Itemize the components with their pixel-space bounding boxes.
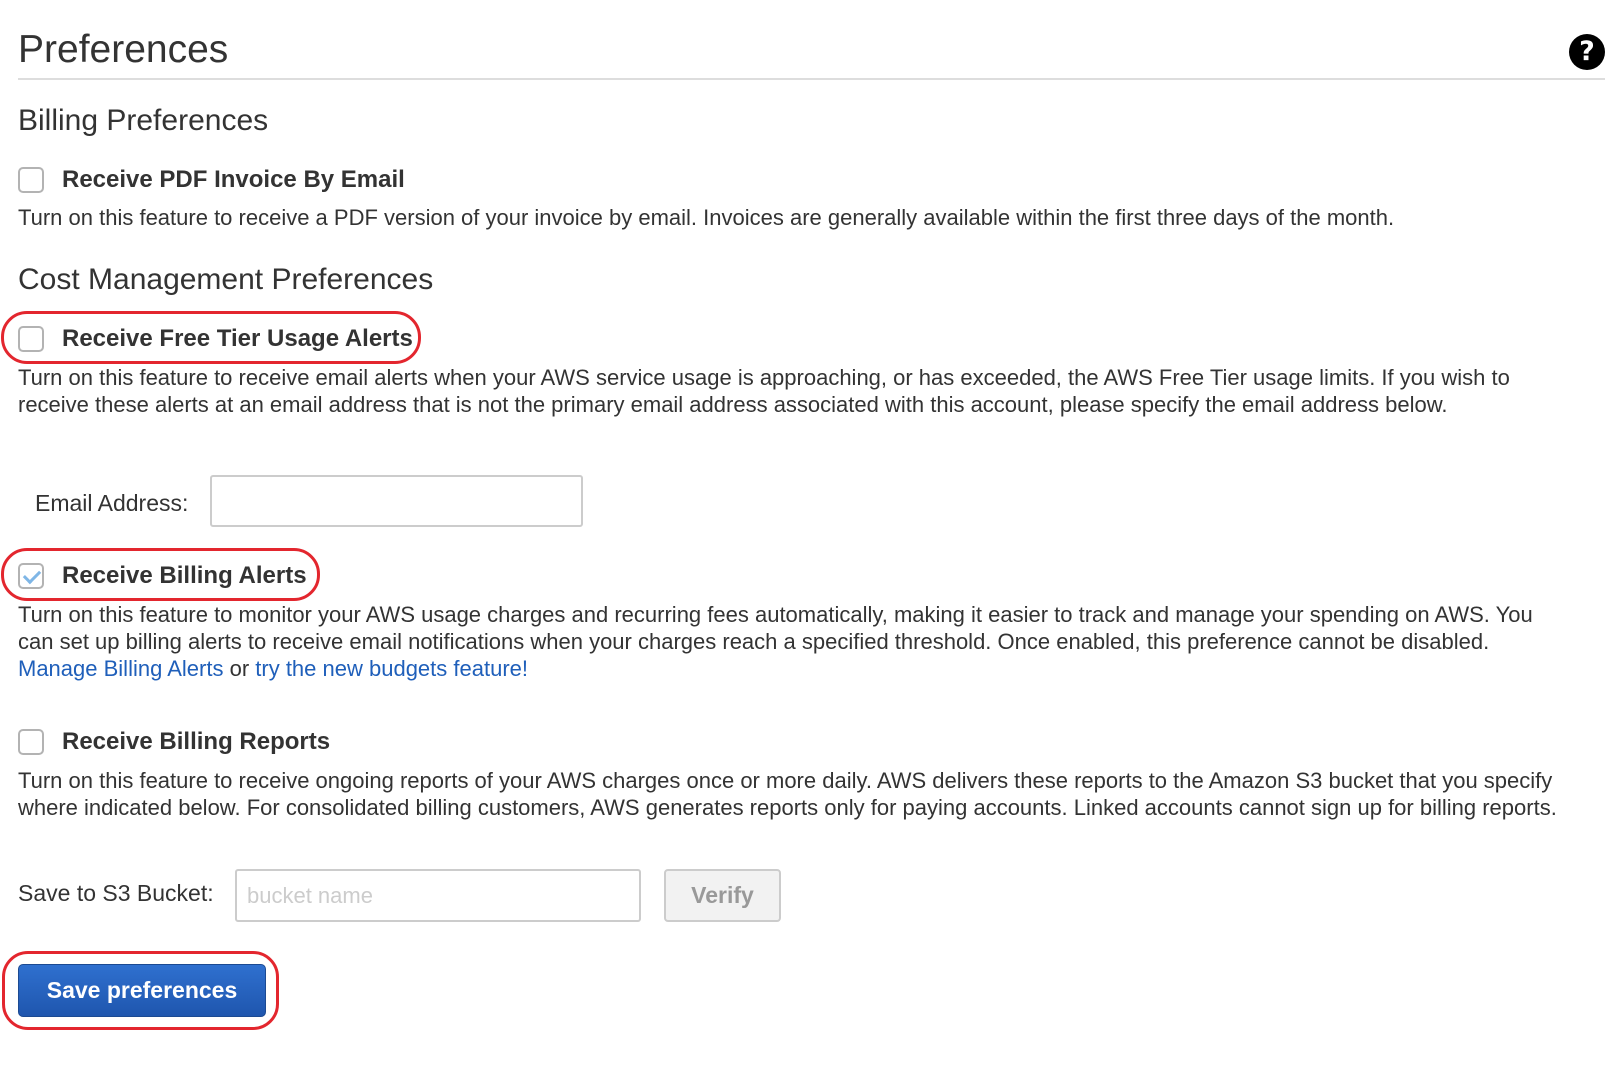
cost-management-heading: Cost Management Preferences — [18, 263, 434, 296]
save-preferences-button[interactable]: Save preferences — [18, 964, 266, 1017]
billing-reports-option[interactable]: Receive Billing Reports — [18, 728, 330, 756]
billing-reports-description: Turn on this feature to receive ongoing … — [18, 768, 1557, 820]
manage-billing-alerts-link[interactable]: Manage Billing Alerts — [18, 656, 223, 681]
free-tier-description: Turn on this feature to receive email al… — [18, 365, 1510, 417]
page-title: Preferences — [18, 28, 229, 71]
free-tier-checkbox[interactable] — [18, 326, 44, 352]
pdf-invoice-checkbox[interactable] — [18, 167, 44, 193]
billing-reports-checkbox[interactable] — [18, 729, 44, 755]
question-circle-icon[interactable]: ? — [1569, 34, 1605, 70]
budgets-feature-link[interactable]: try the new budgets feature! — [255, 656, 528, 681]
or-text: or — [229, 656, 250, 681]
billing-alerts-option[interactable]: Receive Billing Alerts — [18, 562, 307, 590]
billing-alerts-description-text: Turn on this feature to monitor your AWS… — [18, 602, 1533, 654]
page-header: Preferences ? — [18, 22, 1605, 80]
billing-preferences-heading: Billing Preferences — [18, 104, 269, 137]
free-tier-option[interactable]: Receive Free Tier Usage Alerts — [18, 325, 413, 353]
pdf-invoice-description: Turn on this feature to receive a PDF ve… — [18, 205, 1395, 230]
billing-reports-label[interactable]: Receive Billing Reports — [62, 728, 330, 756]
free-tier-label[interactable]: Receive Free Tier Usage Alerts — [62, 325, 413, 353]
verify-button[interactable]: Verify — [664, 869, 781, 922]
s3-bucket-input[interactable] — [235, 869, 641, 922]
email-address-input[interactable] — [210, 475, 583, 527]
pdf-invoice-option[interactable]: Receive PDF Invoice By Email — [18, 166, 405, 194]
email-address-label: Email Address: — [35, 490, 189, 516]
s3-bucket-label: Save to S3 Bucket: — [18, 880, 214, 906]
billing-alerts-label[interactable]: Receive Billing Alerts — [62, 562, 307, 590]
pdf-invoice-label[interactable]: Receive PDF Invoice By Email — [62, 166, 405, 194]
billing-alerts-checkbox[interactable] — [18, 563, 44, 589]
billing-alerts-description: Turn on this feature to monitor your AWS… — [18, 601, 1558, 682]
